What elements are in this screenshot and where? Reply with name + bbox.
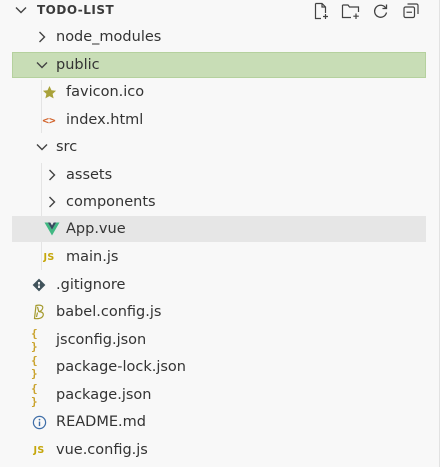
refresh-icon[interactable]	[370, 1, 392, 21]
collapse-all-icon[interactable]	[400, 1, 422, 21]
json-icon: { }	[31, 327, 38, 353]
tree-item-label: vue.config.js	[56, 442, 148, 458]
tree-item-label: index.html	[66, 112, 144, 128]
tree-item-readme[interactable]: README.md	[0, 409, 426, 435]
tree-item-package-json[interactable]: { } package.json	[0, 382, 426, 408]
new-folder-icon[interactable]	[340, 1, 362, 21]
tree-item-src[interactable]: src	[0, 134, 426, 160]
tree-item-label: App.vue	[66, 221, 126, 237]
explorer-title: TODO-LIST	[37, 3, 115, 17]
tree-item-vue-config[interactable]: JS vue.config.js	[0, 437, 426, 463]
chevron-right-icon	[49, 196, 56, 208]
star-icon	[41, 84, 57, 100]
tree-item-package-lock[interactable]: { } package-lock.json	[0, 354, 426, 380]
tree-item-label: .gitignore	[56, 277, 126, 293]
tree-item-assets[interactable]: assets	[0, 162, 426, 188]
html-icon: <>	[42, 113, 56, 127]
tree-item-node-modules[interactable]: node_modules	[0, 24, 426, 50]
tree-item-label: README.md	[56, 414, 146, 430]
tree-item-label: src	[56, 139, 78, 155]
tree-item-favicon[interactable]: favicon.ico	[0, 79, 426, 105]
chevron-right-icon	[49, 169, 56, 181]
chevron-down-icon	[36, 62, 48, 69]
chevron-down-icon[interactable]	[14, 3, 28, 17]
tree-item-label: favicon.ico	[66, 84, 145, 100]
tree-item-label: components	[66, 194, 156, 210]
js-icon: JS	[43, 251, 55, 263]
info-icon	[31, 414, 47, 430]
chevron-right-icon	[39, 31, 46, 43]
babel-icon	[31, 304, 47, 320]
tree-item-label: main.js	[66, 249, 119, 265]
tree-item-label: node_modules	[56, 29, 162, 45]
tree-item-label: babel.config.js	[56, 304, 162, 320]
chevron-down-icon	[36, 144, 48, 151]
explorer-header[interactable]: TODO-LIST	[0, 0, 440, 22]
tree-item-babel-config[interactable]: babel.config.js	[0, 299, 426, 325]
json-icon: { }	[31, 382, 38, 408]
json-icon: { }	[31, 354, 38, 380]
tree-item-label: package.json	[56, 387, 152, 403]
new-file-icon[interactable]	[310, 1, 332, 21]
tree-item-label: public	[56, 57, 100, 73]
tree-item-gitignore[interactable]: .gitignore	[0, 272, 426, 298]
tree-item-label: jsconfig.json	[56, 332, 147, 348]
js-icon: JS	[33, 444, 45, 456]
tree-item-label: package-lock.json	[56, 359, 186, 375]
explorer-actions	[310, 1, 422, 21]
tree-item-label: assets	[66, 167, 113, 183]
tree-item-main-js[interactable]: JS main.js	[0, 244, 426, 270]
explorer-panel: TODO-LIST node_modules public favicon.ic…	[0, 0, 440, 467]
tree-item-public[interactable]: public	[12, 52, 426, 78]
git-icon	[31, 277, 47, 293]
vue-icon	[44, 221, 60, 237]
tree-item-jsconfig[interactable]: { } jsconfig.json	[0, 327, 426, 353]
tree-item-app-vue[interactable]: App.vue	[12, 216, 426, 242]
tree-item-index-html[interactable]: <> index.html	[0, 107, 426, 133]
tree-item-components[interactable]: components	[0, 189, 426, 215]
